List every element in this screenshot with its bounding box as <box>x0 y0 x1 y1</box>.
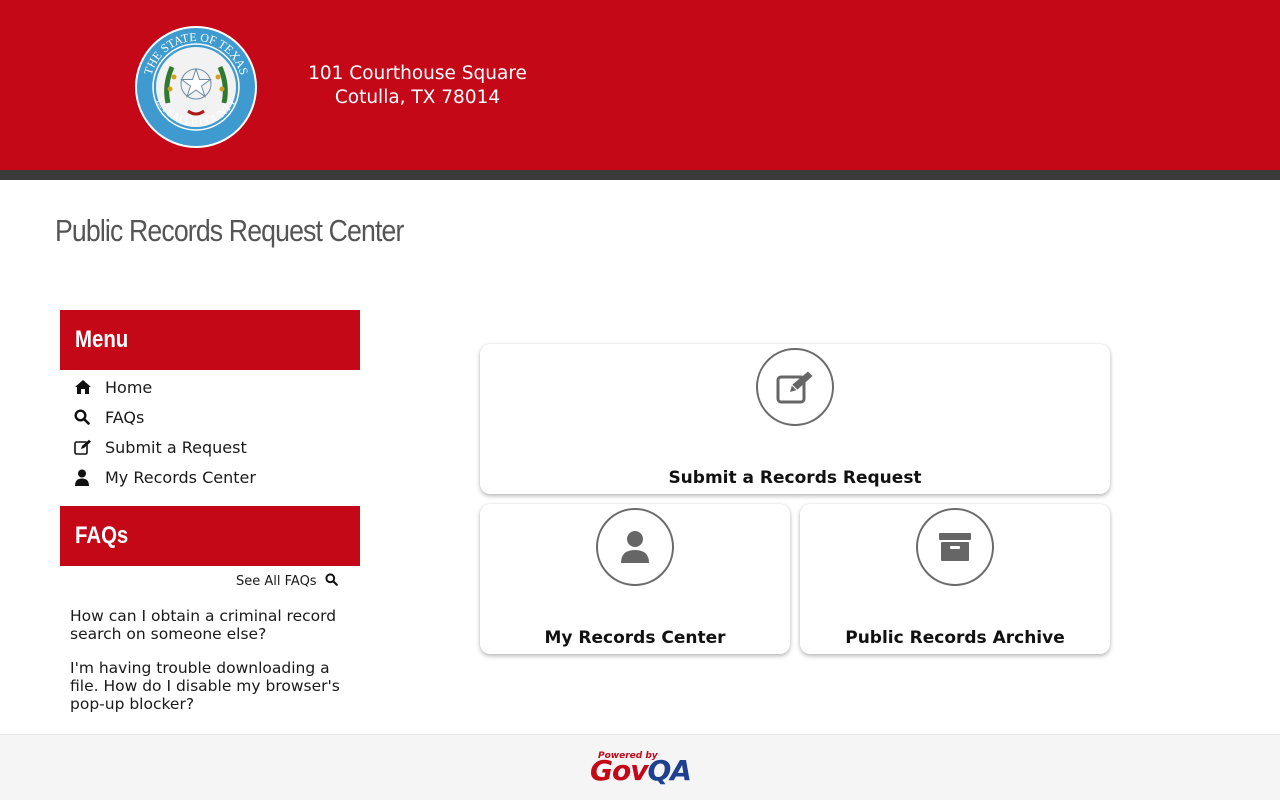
site-header: THE STATE OF TEXAS LA SALLE COUNTY 101 C… <box>0 0 1280 170</box>
archive-icon <box>916 508 994 586</box>
menu-heading-text: Menu <box>75 326 129 353</box>
user-icon <box>60 469 105 486</box>
menu-heading: Menu <box>60 310 360 370</box>
my-records-center-card[interactable]: My Records Center <box>480 504 790 654</box>
search-icon <box>324 573 338 590</box>
menu-item-label: FAQs <box>105 407 145 427</box>
header-divider <box>0 170 1280 180</box>
govqa-logo[interactable]: GovQA <box>590 754 692 787</box>
card-label: Public Records Archive <box>845 628 1065 648</box>
see-all-faqs-label: See All FAQs <box>236 574 317 589</box>
county-seal-logo: THE STATE OF TEXAS LA SALLE COUNTY <box>135 26 257 148</box>
faq-item[interactable]: I'm having trouble downloading a file. H… <box>70 659 355 713</box>
user-icon <box>596 508 674 586</box>
submit-records-request-card[interactable]: Submit a Records Request <box>480 344 1110 494</box>
card-label: Submit a Records Request <box>668 468 922 488</box>
address-line-1: 101 Courthouse Square <box>308 63 527 84</box>
menu-item-label: My Records Center <box>105 467 256 487</box>
govqa-logo-qa: QA <box>647 754 691 787</box>
edit-icon <box>756 348 834 426</box>
site-footer: Powered by GovQA <box>0 734 1280 800</box>
public-records-archive-card[interactable]: Public Records Archive <box>800 504 1110 654</box>
search-icon <box>60 409 105 425</box>
faq-item[interactable]: How can I obtain a criminal record searc… <box>70 607 355 643</box>
menu-list: Home FAQs Submit a Request My Records Ce… <box>60 372 360 492</box>
menu-item-home[interactable]: Home <box>60 372 360 402</box>
menu-item-submit-request[interactable]: Submit a Request <box>60 432 360 462</box>
govqa-logo-gov: Gov <box>590 754 648 787</box>
menu-item-label: Submit a Request <box>105 437 247 457</box>
home-icon <box>60 379 105 395</box>
faq-list: How can I obtain a criminal record searc… <box>70 607 355 729</box>
see-all-faqs-link[interactable]: See All FAQs <box>236 573 338 590</box>
menu-item-faqs[interactable]: FAQs <box>60 402 360 432</box>
menu-item-label: Home <box>105 377 153 397</box>
address-line-2: Cotulla, TX 78014 <box>334 87 501 108</box>
county-address: 101 Courthouse Square Cotulla, TX 78014 <box>290 62 545 110</box>
edit-icon <box>60 439 105 455</box>
menu-item-my-records-center[interactable]: My Records Center <box>60 462 360 492</box>
faqs-heading-text: FAQs <box>75 522 129 549</box>
faqs-heading: FAQs <box>60 506 360 566</box>
card-label: My Records Center <box>544 628 726 648</box>
page-title: Public Records Request Center <box>55 213 404 248</box>
